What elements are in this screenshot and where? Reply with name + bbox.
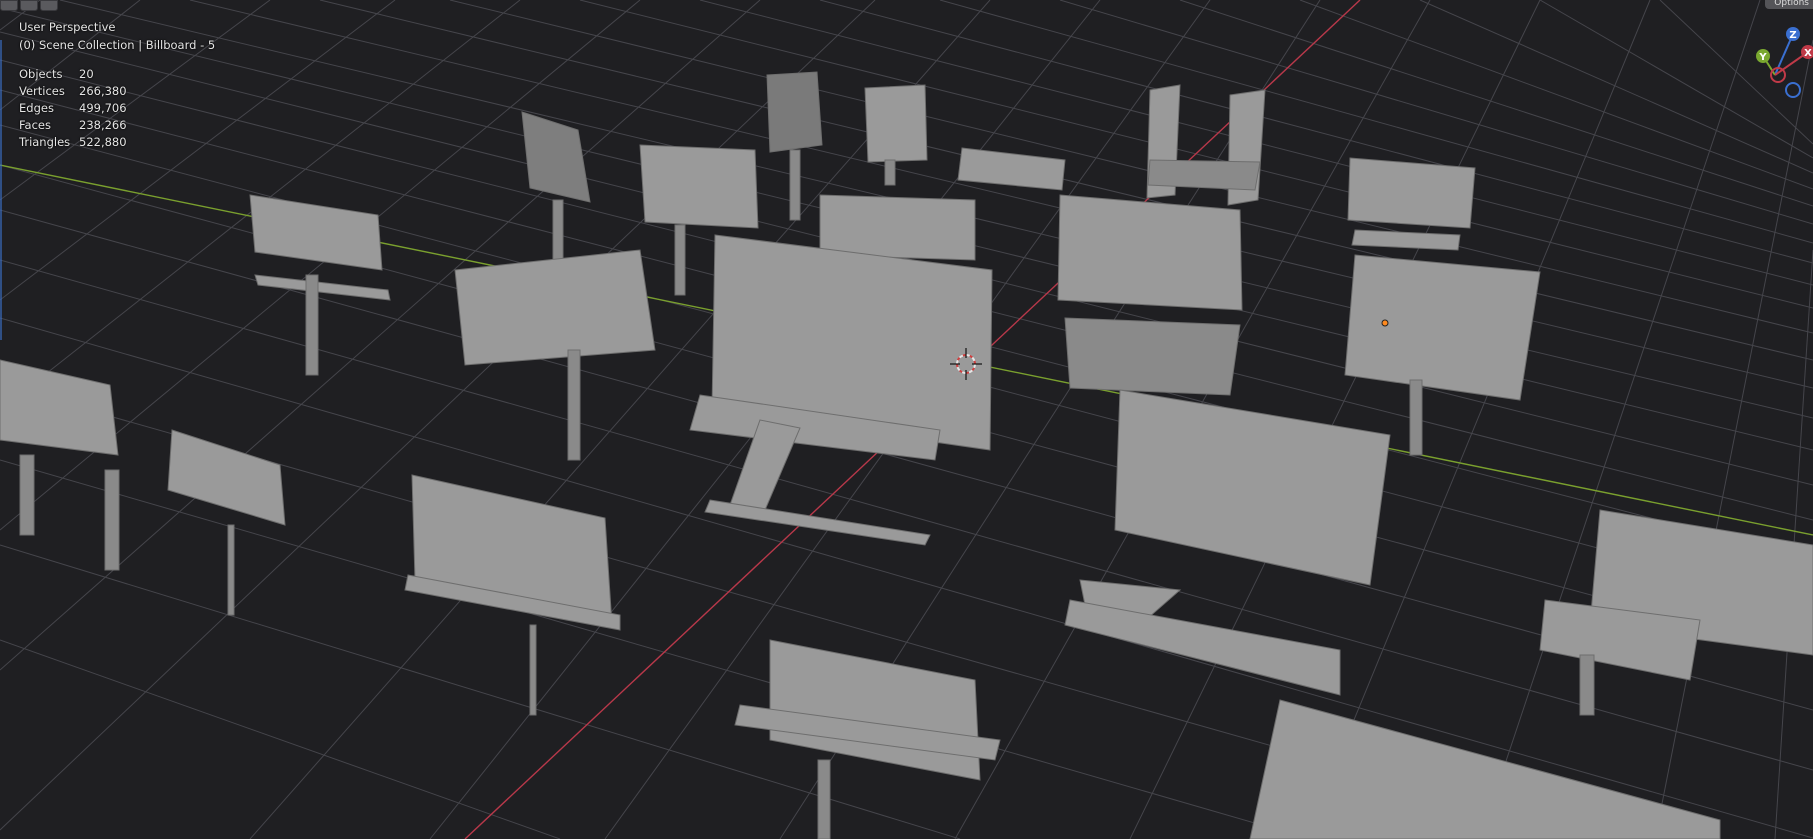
billboard-mesh[interactable] <box>454 249 656 461</box>
cursor-tool-button[interactable] <box>40 0 58 11</box>
navigation-gizmo[interactable]: Z Y X <box>1735 20 1813 106</box>
stat-row: Faces 238,266 <box>19 118 127 135</box>
svg-text:Z: Z <box>1789 30 1796 41</box>
billboard-mesh[interactable] <box>766 71 823 221</box>
options-button[interactable]: Options <box>1765 0 1813 9</box>
box-select-button[interactable] <box>20 0 38 11</box>
stat-label: Triangles <box>19 135 71 149</box>
svg-text:Y: Y <box>1758 52 1767 63</box>
viewport-left-edge <box>0 40 2 340</box>
view-name: User Perspective <box>19 20 116 34</box>
select-tool-button[interactable] <box>0 0 18 11</box>
billboard-mesh[interactable] <box>167 429 286 616</box>
stat-row: Edges 499,706 <box>19 101 127 118</box>
scene-statistics: Objects 20 Vertices 266,380 Edges 499,706 F… <box>19 67 127 152</box>
stat-label: Objects <box>19 67 63 81</box>
billboard-mesh[interactable] <box>864 84 928 186</box>
stat-value: 20 <box>79 67 94 81</box>
viewport-header-tools <box>0 0 58 11</box>
billboard-mesh[interactable] <box>1057 194 1243 396</box>
stat-label: Edges <box>19 101 54 115</box>
billboard-mesh[interactable] <box>1064 389 1391 696</box>
billboard-mesh[interactable] <box>689 194 993 546</box>
billboard-mesh[interactable] <box>734 639 1001 839</box>
gizmo-x-axis[interactable]: X <box>1801 45 1813 59</box>
gizmo-z-axis[interactable]: Z <box>1786 27 1800 41</box>
view-info: User Perspective (0) Scene Collection | … <box>19 20 215 56</box>
stat-row: Objects 20 <box>19 67 127 84</box>
billboard-mesh[interactable] <box>1344 254 1541 456</box>
billboard-mesh[interactable] <box>1249 699 1721 839</box>
gizmo-neg-z[interactable] <box>1785 82 1801 98</box>
stat-label: Vertices <box>19 84 65 98</box>
billboard-mesh[interactable] <box>957 147 1066 191</box>
svg-text:X: X <box>1804 48 1812 59</box>
billboard-mesh[interactable] <box>1539 509 1813 716</box>
billboard-mesh[interactable] <box>249 194 391 376</box>
stat-value: 266,380 <box>79 84 127 98</box>
stat-row: Vertices 266,380 <box>19 84 127 101</box>
stat-value: 499,706 <box>79 101 127 115</box>
scene-view[interactable] <box>0 0 1813 839</box>
3d-viewport[interactable]: Options User Perspective (0) Scene Colle… <box>0 0 1813 839</box>
object-origin-dot <box>1381 319 1389 327</box>
billboard-mesh[interactable] <box>521 111 591 261</box>
collection-info: (0) Scene Collection | Billboard - 5 <box>19 38 216 52</box>
gizmo-y-axis[interactable]: Y <box>1756 49 1770 63</box>
stat-label: Faces <box>19 118 51 132</box>
stat-value: 522,880 <box>79 135 127 149</box>
stat-row: Triangles 522,880 <box>19 135 127 152</box>
stat-value: 238,266 <box>79 118 127 132</box>
billboard-mesh[interactable] <box>1347 157 1476 251</box>
